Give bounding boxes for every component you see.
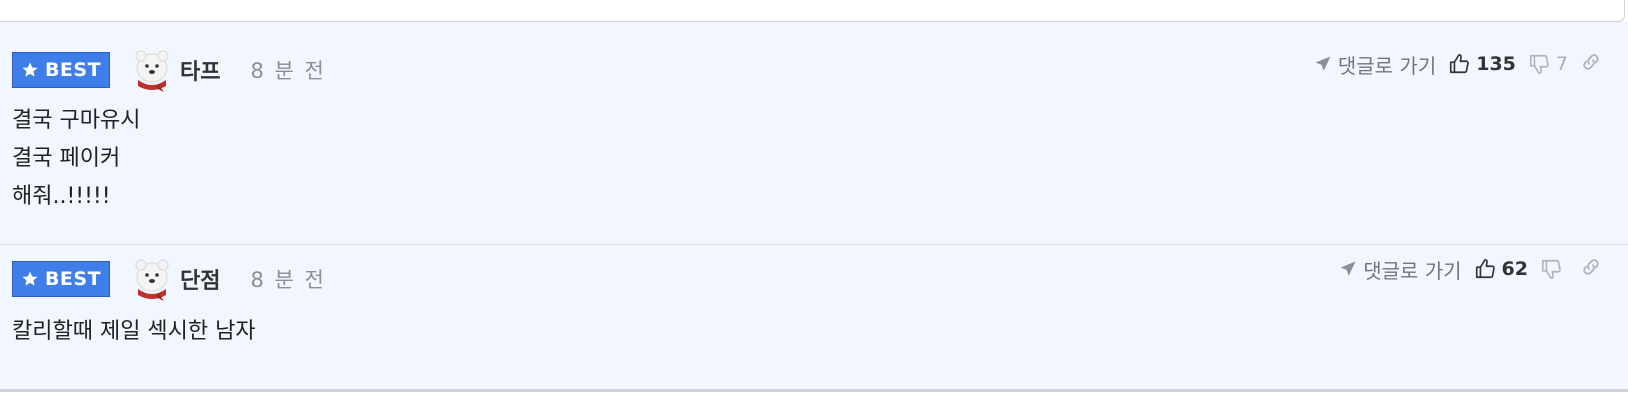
copy-link-button[interactable] [1580, 256, 1602, 282]
upvote-button[interactable]: 62 [1474, 258, 1528, 280]
comment-line: 칼리할때 제일 섹시한 남자 [12, 319, 256, 344]
polar-bear-avatar-icon[interactable] [128, 255, 176, 303]
best-badge-label: BEST [44, 59, 102, 81]
downvote-count: 7 [1555, 53, 1568, 75]
downvote-button[interactable] [1540, 258, 1568, 280]
send-arrow-icon [1340, 261, 1356, 276]
comment-actions: 댓글로 가기 62 [1339, 249, 1602, 289]
best-badge: BEST [12, 261, 110, 297]
star-icon [22, 62, 38, 77]
goto-comment-button[interactable]: 댓글로 가기 [1314, 50, 1436, 79]
copy-link-button[interactable] [1580, 51, 1602, 77]
nickname[interactable]: 타프 [180, 54, 220, 86]
comment-line: 해줘..!!!!! [12, 184, 111, 209]
link-icon [1583, 54, 1599, 70]
nickname[interactable]: 단점 [180, 263, 220, 295]
star-icon [22, 271, 38, 286]
comment-body: 결국 구마유시 결국 페이커 해줘..!!!!! [12, 102, 140, 216]
thumbs-up-icon [1475, 259, 1495, 279]
best-badge: BEST [12, 52, 110, 88]
comment-item: BEST 타프 8 분 전 댓글로 가기 135 7 결국 구마유시 결국 페이… [0, 22, 1628, 245]
best-badge-label: BEST [44, 268, 102, 290]
comment-header: BEST 단점 8 분 전 [12, 257, 326, 301]
thumbs-up-icon [1450, 54, 1470, 74]
comment-body: 칼리할때 제일 섹시한 남자 [12, 313, 256, 351]
upvote-button[interactable]: 135 [1448, 53, 1516, 75]
polar-bear-avatar-icon[interactable] [128, 46, 176, 94]
thumbs-down-icon [1529, 54, 1549, 74]
comment-line: 결국 페이커 [12, 146, 121, 171]
link-icon [1583, 259, 1599, 275]
send-arrow-icon [1315, 56, 1331, 71]
divider [0, 389, 1628, 392]
timestamp: 8 분 전 [250, 59, 326, 83]
downvote-button[interactable]: 7 [1528, 53, 1568, 75]
goto-comment-label: 댓글로 가기 [1363, 258, 1462, 283]
comment-header: BEST 타프 8 분 전 [12, 48, 326, 92]
timestamp: 8 분 전 [250, 268, 326, 292]
upvote-count: 135 [1476, 53, 1516, 75]
upvote-count: 62 [1501, 258, 1528, 280]
goto-comment-button[interactable]: 댓글로 가기 [1339, 255, 1462, 284]
goto-comment-label: 댓글로 가기 [1337, 53, 1437, 78]
comment-line: 결국 구마유시 [12, 108, 141, 133]
comment-item: BEST 단점 8 분 전 댓글로 가기 62 칼리할때 제일 섹시한 남자 [0, 245, 1628, 390]
thumbs-down-icon [1541, 259, 1561, 279]
previous-comment-area [0, 0, 1625, 22]
comment-actions: 댓글로 가기 135 7 [1314, 44, 1602, 84]
